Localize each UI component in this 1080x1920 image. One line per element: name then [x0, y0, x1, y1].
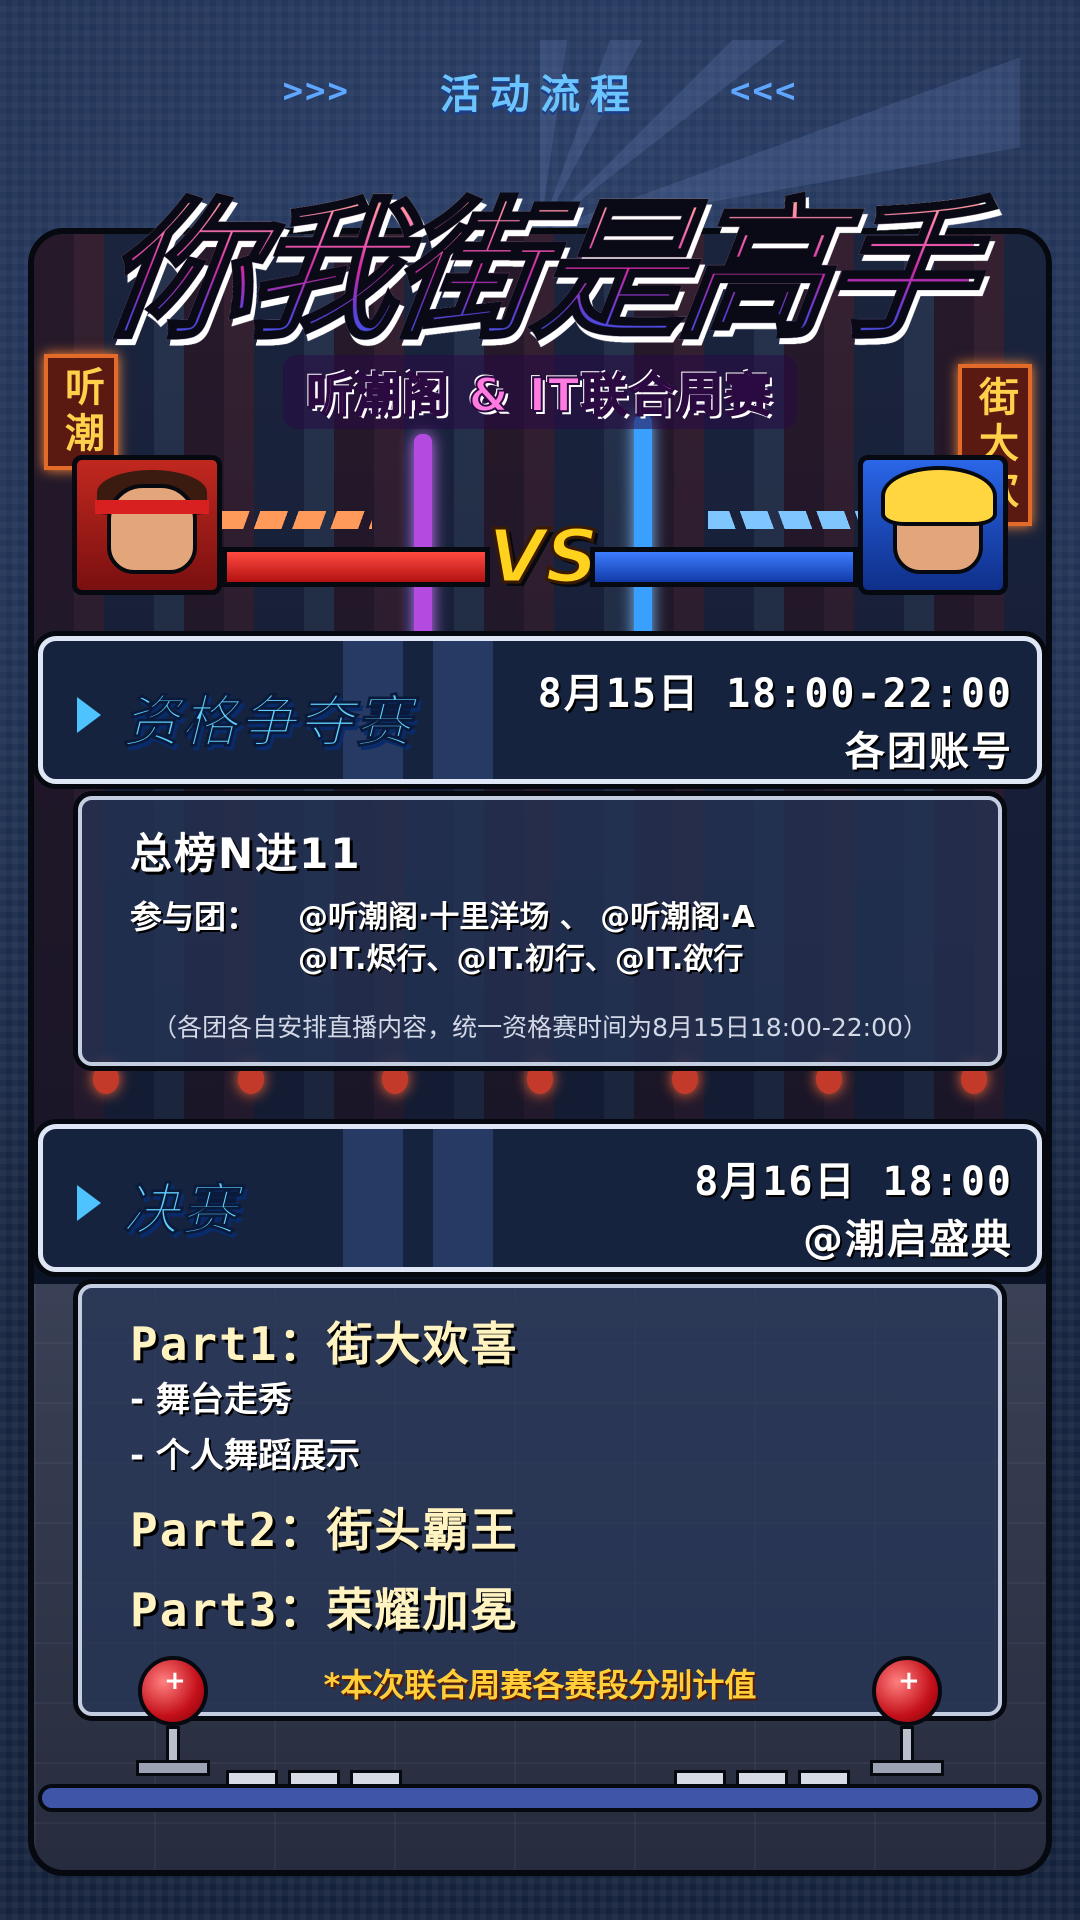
final-label: 决赛 — [123, 1178, 239, 1244]
qualifier-header: 资格争夺赛 8月15日 18:00-22:00 各团账号 — [38, 636, 1042, 784]
participants-line-1: @听潮阁·十里洋场 、 @听潮阁·A — [298, 900, 755, 935]
qualifier-note: （各团各自安排直播内容，统一资格赛时间为8月15日18:00-22:00） — [152, 1013, 928, 1042]
vs-bar: VS — [0, 455, 1080, 601]
hero-subtitle: 听潮阁 & IT联合周赛 — [282, 355, 798, 429]
qualifier-headline: 总榜N进11 — [130, 829, 362, 878]
lantern-icon — [526, 1064, 553, 1094]
participants-label: 参与团： — [130, 898, 259, 936]
lantern-icon — [93, 1064, 120, 1094]
fighter-blue-avatar — [858, 455, 1008, 595]
final-panel: Part1：街大欢喜 - 舞台走秀 - 个人舞蹈展示 Part2：街头霸王 Pa… — [78, 1284, 1002, 1716]
part-2-title: Part2：街头霸王 — [130, 1503, 519, 1557]
lantern-icon — [816, 1064, 843, 1094]
health-bar-blue — [590, 547, 858, 587]
fighter-hair — [881, 466, 997, 526]
qualifier-label: 资格争夺赛 — [123, 690, 413, 756]
lantern-icon — [382, 1064, 409, 1094]
play-triangle-icon — [77, 1185, 101, 1221]
power-chevrons-left — [222, 511, 372, 529]
vs-logo: VS — [487, 514, 601, 601]
health-bar-red — [222, 547, 490, 587]
play-triangle-icon — [77, 697, 101, 733]
arrows-right: <<< — [730, 71, 798, 111]
fighter-face — [107, 484, 197, 574]
headband — [95, 500, 209, 514]
hero-subtitle-wrap: 听潮阁 & IT联合周赛 — [0, 355, 1080, 429]
participants-line-2: @IT.烬行、@IT.初行、@IT.欲行 — [298, 942, 744, 977]
console-bar — [38, 1784, 1042, 1812]
lantern-icon — [237, 1064, 264, 1094]
qualifier-panel: 总榜N进11 参与团： @听潮阁·十里洋场 、 @听潮阁·A @IT.烬行、@I… — [78, 796, 1002, 1066]
part-3-title: Part3：荣耀加冕 — [130, 1583, 519, 1637]
header-title: 活动流程 — [440, 72, 640, 118]
final-note: *本次联合周赛各赛段分别计值 — [323, 1666, 757, 1704]
fighter-red-avatar — [72, 455, 222, 595]
lantern-icon — [960, 1064, 987, 1094]
hero-title-wrap: 你我街是高手 — [0, 150, 1080, 367]
arrows-left: >>> — [282, 71, 350, 111]
final-date: 8月16日 18:00 — [694, 1159, 1013, 1205]
joystick-icon — [128, 1656, 218, 1776]
part-1-title: Part1：街大欢喜 — [130, 1317, 519, 1371]
joystick-icon — [862, 1656, 952, 1776]
power-chevrons-right — [708, 511, 858, 529]
lantern-icon — [671, 1064, 698, 1094]
qualifier-date: 8月15日 18:00-22:00 — [537, 671, 1013, 717]
final-header: 决赛 8月16日 18:00 @潮启盛典 — [38, 1124, 1042, 1272]
final-venue: @潮启盛典 — [803, 1217, 1013, 1263]
header-row: >>> 活动流程 <<< — [0, 62, 1080, 120]
part-1-item: - 舞台走秀 — [130, 1380, 292, 1420]
lantern-row — [34, 1064, 1046, 1104]
qualifier-venue: 各团账号 — [845, 729, 1013, 775]
hero-title: 你我街是高手 — [92, 150, 988, 367]
part-1-item: - 个人舞蹈展示 — [130, 1436, 360, 1476]
